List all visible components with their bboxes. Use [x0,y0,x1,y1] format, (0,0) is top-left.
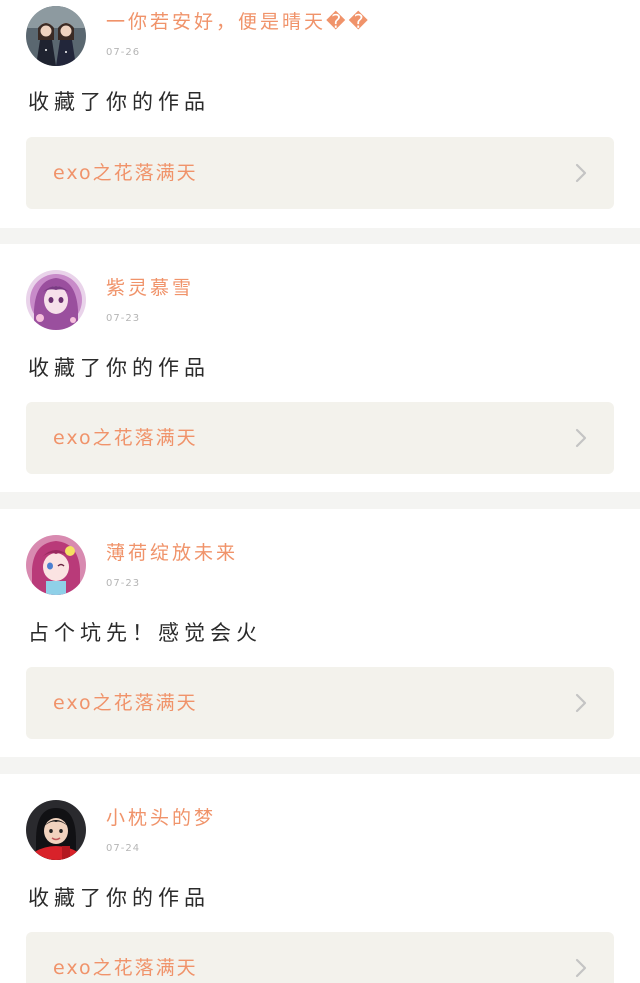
username[interactable]: 一你若安好，便是晴天�� [106,10,371,34]
timestamp: 07-23 [106,578,141,589]
feed-item: 一你若安好，便是晴天�� 07-26 收藏了你的作品 exo之花落满天 [0,0,640,228]
activity-text: 占个坑先！感觉会火 [28,621,262,645]
chevron-right-icon [575,428,587,448]
user-avatar[interactable] [26,800,86,860]
work-link-card[interactable]: exo之花落满天 [26,932,614,983]
feed-item: 小枕头的梦 07-24 收藏了你的作品 exo之花落满天 [0,774,640,983]
username[interactable]: 紫灵慕雪 [106,276,194,300]
purple-anime-girl-avatar-icon [26,270,86,330]
activity-text: 收藏了你的作品 [28,886,210,910]
work-link-card[interactable]: exo之花落满天 [26,667,614,739]
notification-feed: 一你若安好，便是晴天�� 07-26 收藏了你的作品 exo之花落满天 紫灵慕雪… [0,0,640,983]
timestamp: 07-24 [106,843,141,854]
pink-anime-girl-avatar-icon [26,535,86,595]
timestamp: 07-26 [106,47,141,58]
chevron-right-icon [575,693,587,713]
work-title: exo之花落满天 [53,427,198,449]
girl-red-scarf-avatar-icon [26,800,86,860]
work-title: exo之花落满天 [53,162,198,184]
activity-text: 收藏了你的作品 [28,356,210,380]
work-title: exo之花落满天 [53,692,198,714]
work-link-card[interactable]: exo之花落满天 [26,137,614,209]
user-avatar[interactable] [26,6,86,66]
two-girls-photo-avatar-icon [26,6,86,66]
chevron-right-icon [575,958,587,978]
activity-text: 收藏了你的作品 [28,90,210,114]
work-title: exo之花落满天 [53,957,198,979]
work-link-card[interactable]: exo之花落满天 [26,402,614,474]
feed-item: 紫灵慕雪 07-23 收藏了你的作品 exo之花落满天 [0,244,640,492]
user-avatar[interactable] [26,535,86,595]
username[interactable]: 薄荷绽放未来 [106,541,238,565]
username[interactable]: 小枕头的梦 [106,806,216,830]
feed-item: 薄荷绽放未来 07-23 占个坑先！感觉会火 exo之花落满天 [0,509,640,757]
timestamp: 07-23 [106,313,141,324]
chevron-right-icon [575,163,587,183]
user-avatar[interactable] [26,270,86,330]
